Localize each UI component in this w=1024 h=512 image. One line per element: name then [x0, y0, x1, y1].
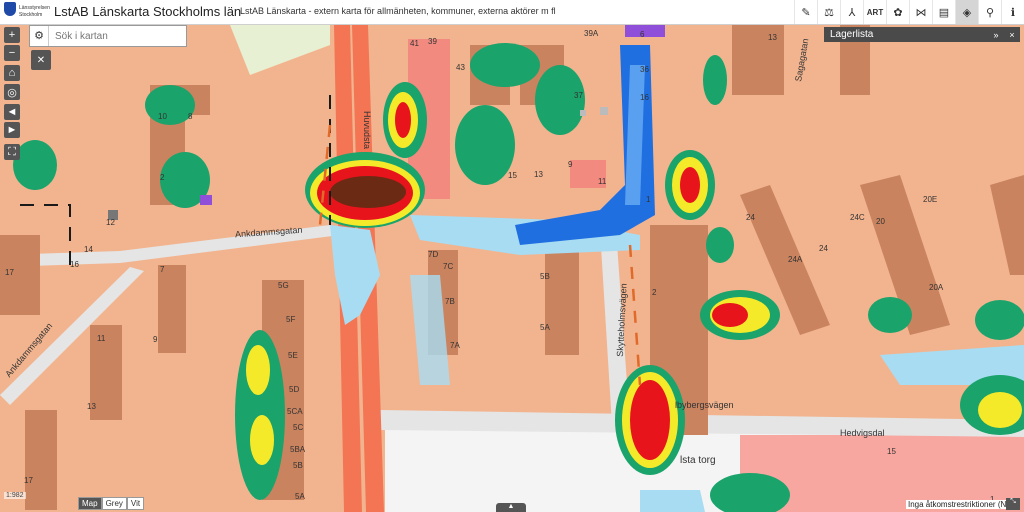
logo-text-1: Länsstyrelsen	[19, 5, 50, 11]
address-number-label: 12	[106, 218, 115, 227]
address-number-label: 5G	[278, 281, 289, 290]
address-number-label: 5E	[288, 351, 298, 360]
search-box: ⚙	[29, 25, 187, 47]
address-number-label: 39A	[584, 29, 599, 38]
address-number-label: 17	[24, 476, 33, 485]
address-number-label: 5A	[540, 323, 550, 332]
address-number-label: 5D	[289, 385, 300, 394]
address-number-label: 13	[768, 33, 777, 42]
address-number-label: 15	[887, 447, 896, 456]
address-number-label: 6	[640, 30, 645, 39]
street-label: Huvudsta	[362, 110, 373, 150]
address-number-label: 36	[640, 65, 649, 74]
collapse-icon[interactable]: »	[988, 30, 1004, 40]
palette-icon[interactable]: ✿	[886, 0, 909, 24]
map-canvas[interactable]: Ankdammsgatan Ankdammsgatan Huvudsta Sky…	[0, 25, 1024, 512]
basemap-option-map[interactable]: Map	[78, 497, 102, 510]
address-number-label: 7B	[445, 297, 455, 306]
address-number-label: 20A	[929, 283, 944, 292]
clear-search-icon[interactable]: ✕	[31, 50, 51, 70]
top-bar: Länsstyrelsen Stockholm LstAB Länskarta …	[0, 0, 1024, 25]
search-icon[interactable]: ⚲	[978, 0, 1001, 24]
address-number-label: 17	[5, 268, 14, 277]
address-number-label: 5CA	[287, 407, 303, 416]
street-label: Hedvigsdal	[840, 428, 885, 438]
address-number-label: 39	[428, 37, 437, 46]
back-icon[interactable]: ◄	[4, 104, 20, 120]
art-button[interactable]: ART	[863, 0, 886, 24]
info-icon[interactable]: ℹ	[1001, 0, 1024, 24]
map-graphics	[0, 25, 1024, 512]
app-subtitle: LstAB Länskarta - extern karta för allmä…	[240, 6, 556, 16]
search-input[interactable]	[49, 29, 182, 43]
address-number-label: 7A	[450, 341, 460, 350]
address-number-label: 10	[158, 112, 167, 121]
home-icon[interactable]: ⌂	[4, 65, 20, 81]
address-number-label: 9	[153, 335, 158, 344]
bottom-panel-handle[interactable]: ▲	[496, 503, 526, 512]
expand-icon[interactable]: ⤡	[1006, 498, 1020, 510]
crest-icon	[4, 2, 16, 16]
address-number-label: 13	[534, 170, 543, 179]
address-number-label: 16	[70, 260, 79, 269]
address-number-label: 16	[640, 93, 649, 102]
address-number-label: 5F	[286, 315, 296, 324]
coordinates-icon[interactable]: ⅄	[840, 0, 863, 24]
address-number-label: 15	[508, 171, 517, 180]
address-number-label: 5B	[293, 461, 303, 470]
print-icon[interactable]: ▤	[932, 0, 955, 24]
share-icon[interactable]: ⋈	[909, 0, 932, 24]
street-label: lsta torg	[680, 455, 716, 466]
logo-text-2: Stockholm	[19, 12, 43, 18]
zoom-in-button[interactable]: +	[4, 27, 20, 43]
address-number-label: 5BA	[290, 445, 306, 454]
address-number-label: 24	[819, 244, 828, 253]
app-title: LstAB Länskarta Stockholms län	[54, 4, 242, 19]
basemap-option-vit[interactable]: Vit	[126, 497, 145, 510]
layers-icon[interactable]: ◈	[955, 0, 978, 24]
address-number-label: 2	[160, 173, 165, 182]
address-number-label: 24C	[850, 213, 865, 222]
address-number-label: 1	[646, 195, 651, 204]
locate-icon[interactable]: ◎	[4, 84, 20, 100]
address-number-label: 11	[97, 334, 106, 343]
scale-readout: 1:982	[4, 492, 26, 499]
measure-icon[interactable]: ⚖	[817, 0, 840, 24]
basemap-option-grey[interactable]: Grey	[101, 497, 127, 510]
address-number-label: 9	[568, 160, 573, 169]
draw-icon[interactable]: ✎	[794, 0, 817, 24]
address-number-label: 5A	[295, 492, 305, 501]
address-number-label: 7D	[428, 250, 439, 259]
address-number-label: 24	[746, 213, 755, 222]
layer-panel-header[interactable]: Lagerlista » ×	[824, 27, 1020, 42]
gear-icon[interactable]: ⚙	[30, 26, 49, 46]
address-number-label: 13	[87, 402, 96, 411]
address-number-label: 43	[456, 63, 465, 72]
access-restriction-note: Inga åtkomstrestriktioner (NO)	[906, 500, 1018, 509]
forward-icon[interactable]: ►	[4, 122, 20, 138]
address-number-label: 2	[652, 288, 657, 297]
address-number-label: 20E	[923, 195, 938, 204]
close-icon[interactable]: ×	[1004, 30, 1020, 40]
address-number-label: 8	[188, 112, 193, 121]
street-label: lbybergsvägen	[675, 400, 734, 410]
address-number-label: 5B	[540, 272, 550, 281]
basemap-switcher: Map Grey Vit	[78, 497, 145, 510]
address-number-label: 7	[160, 265, 165, 274]
address-number-label: 41	[410, 39, 419, 48]
address-number-label: 37	[574, 91, 583, 100]
address-number-label: 20	[876, 217, 885, 226]
address-number-label: 7C	[443, 262, 454, 271]
address-number-label: 5C	[293, 423, 304, 432]
fullscreen-icon[interactable]: ⛶	[4, 144, 20, 160]
address-number-label: 24A	[788, 255, 803, 264]
zoom-out-button[interactable]: −	[4, 45, 20, 61]
toolbar: ✎ ⚖ ⅄ ART ✿ ⋈ ▤ ◈ ⚲ ℹ	[794, 0, 1024, 24]
lansstyrelsen-logo: Länsstyrelsen Stockholm	[4, 2, 50, 22]
address-number-label: 11	[598, 177, 607, 186]
address-number-label: 14	[84, 245, 93, 254]
layer-panel-title: Lagerlista	[830, 29, 874, 40]
